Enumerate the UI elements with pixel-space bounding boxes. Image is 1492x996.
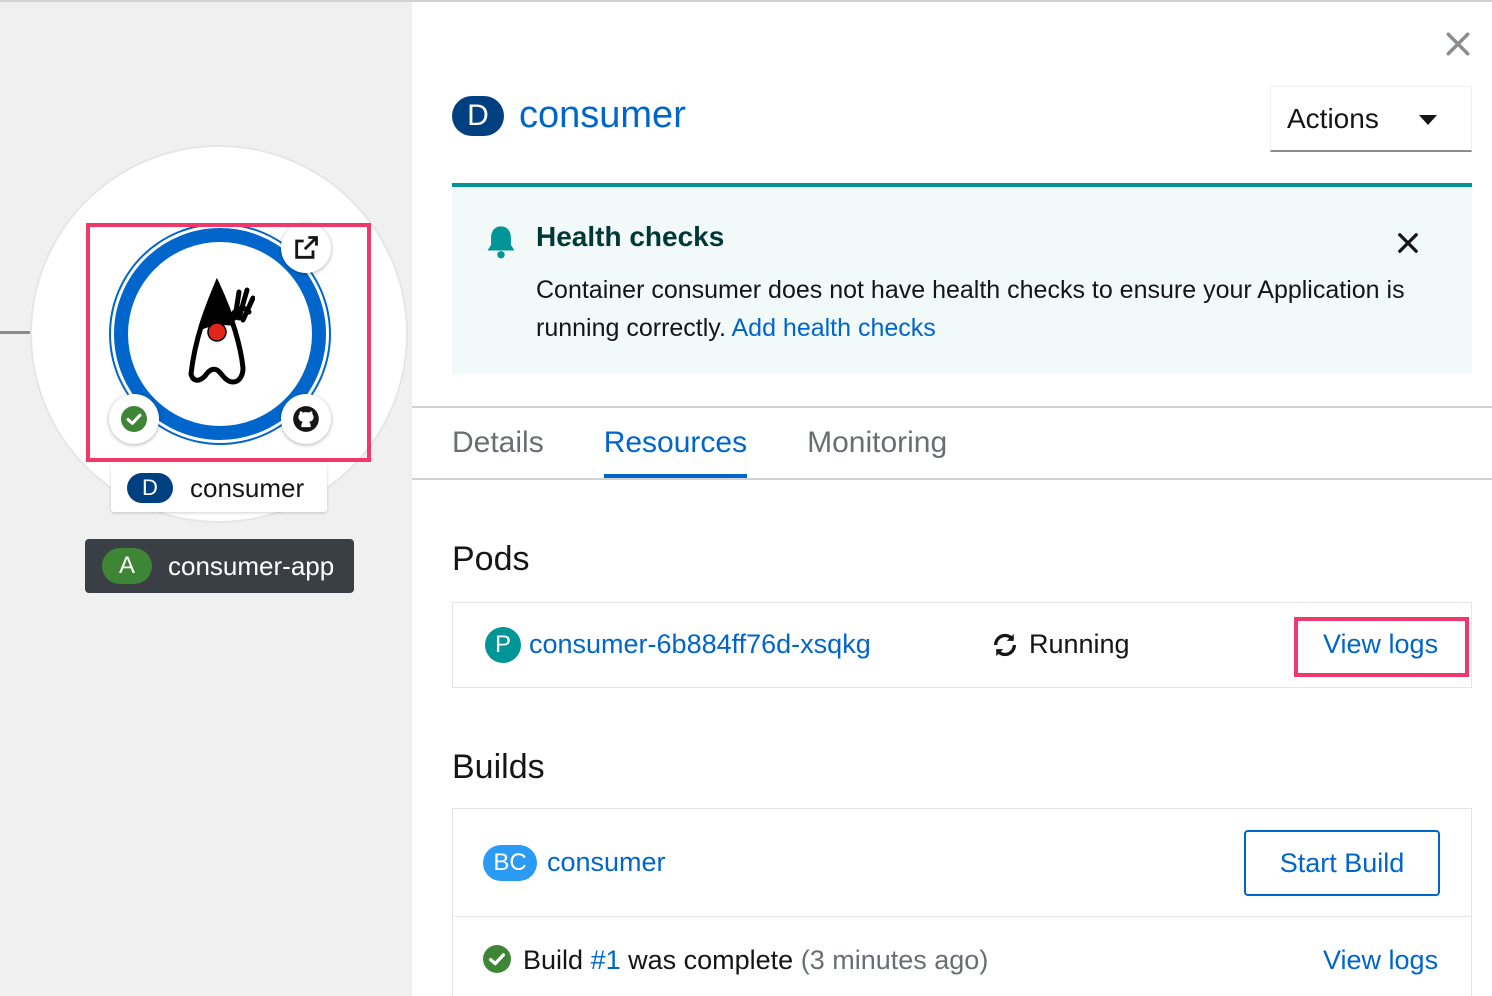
panel-tabs: Details Resources Monitoring — [452, 408, 1007, 478]
bell-icon — [487, 226, 515, 259]
application-group-label[interactable]: A consumer-app — [85, 539, 354, 593]
deployment-badge: D — [127, 473, 173, 503]
build-view-logs-link[interactable]: View logs — [1323, 945, 1438, 976]
actions-dropdown[interactable]: Actions — [1270, 86, 1472, 152]
sync-icon — [994, 633, 1016, 656]
tab-monitoring[interactable]: Monitoring — [807, 408, 947, 478]
node-label[interactable]: D consumer — [111, 464, 327, 512]
close-icon — [1446, 32, 1470, 56]
panel-title[interactable]: consumer — [519, 94, 686, 137]
build-timestamp: (3 minutes ago) — [800, 945, 989, 975]
health-checks-alert: Health checks Container consumer does no… — [452, 183, 1472, 374]
tab-details[interactable]: Details — [452, 408, 544, 478]
pod-badge: P — [485, 627, 521, 663]
build-number-link[interactable]: #1 — [591, 945, 621, 975]
builds-card: BC consumer Start Build Build #1 was com… — [452, 808, 1472, 996]
alert-title: Health checks — [536, 221, 725, 252]
panel-header: D consumer — [452, 94, 686, 137]
build-config-badge: BC — [483, 845, 537, 881]
tab-resources[interactable]: Resources — [603, 408, 748, 478]
build-config-link[interactable]: consumer — [547, 847, 666, 878]
check-circle-icon — [483, 945, 511, 973]
build-config-row: BC consumer Start Build — [453, 809, 1471, 917]
alert-message: Container consumer does not have health … — [536, 276, 1405, 342]
add-health-checks-link[interactable]: Add health checks — [731, 314, 935, 342]
deployment-badge: D — [452, 95, 504, 136]
view-logs-highlight-box — [1294, 617, 1469, 677]
tabs-divider-bottom — [412, 478, 1492, 480]
build-prefix: Build — [523, 945, 584, 975]
side-panel: D consumer Actions Health checks Contain… — [412, 0, 1492, 996]
node-highlight-box — [86, 223, 371, 462]
build-status-text: Build #1 was complete (3 minutes ago) — [523, 945, 988, 976]
close-icon — [1398, 233, 1418, 253]
actions-label: Actions — [1287, 102, 1379, 134]
pod-status-text: Running — [1029, 629, 1130, 659]
pod-status: Running — [991, 629, 1130, 660]
node-name: consumer — [190, 472, 305, 503]
close-panel-button[interactable] — [1440, 26, 1476, 62]
topology-canvas[interactable]: D consumer A consumer-app — [0, 0, 412, 996]
build-state: was complete — [628, 945, 794, 975]
builds-heading: Builds — [452, 748, 545, 786]
pod-name-link[interactable]: consumer-6b884ff76d-xsqkg — [529, 629, 871, 660]
application-name: consumer-app — [168, 550, 335, 581]
alert-body: Container consumer does not have health … — [536, 271, 1456, 347]
caret-down-icon — [1419, 115, 1437, 125]
start-build-button[interactable]: Start Build — [1244, 830, 1440, 896]
application-badge: A — [102, 548, 152, 584]
build-row: Build #1 was complete (3 minutes ago) Vi… — [453, 917, 1471, 996]
pods-heading: Pods — [452, 540, 530, 578]
alert-close-button[interactable] — [1392, 227, 1424, 259]
